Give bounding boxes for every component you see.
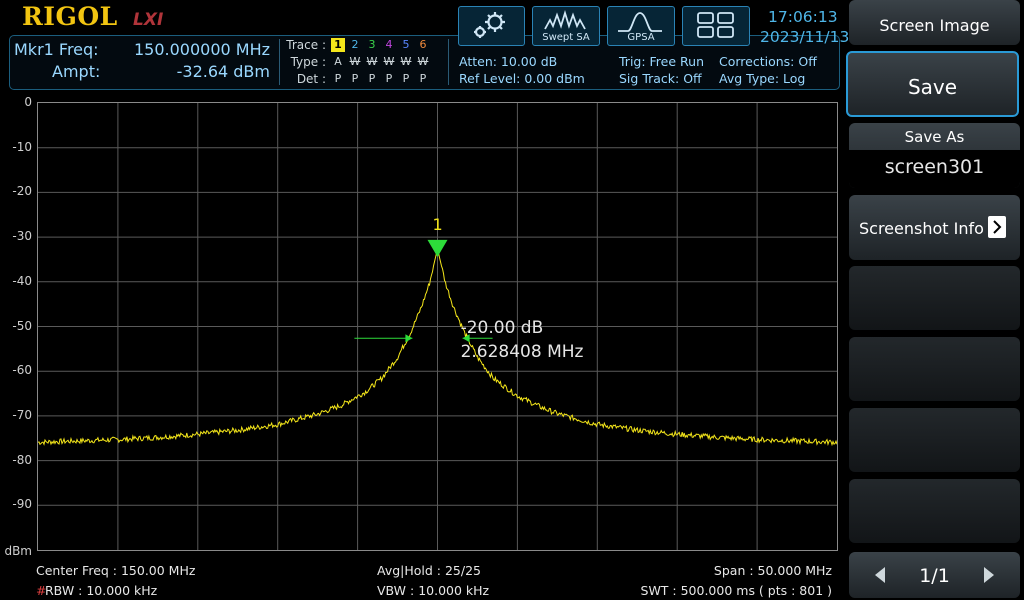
spectrum-plot[interactable]: 1 -20.00 dB 2.628408 MHz [37, 102, 838, 551]
marker-ampt-label: Ampt: [52, 62, 101, 81]
gear-icon [474, 12, 505, 38]
bandwidth-width-annotation: 2.628408 MHz [460, 342, 584, 363]
chevron-right-icon [988, 216, 1006, 238]
trace-1-det[interactable]: P [331, 72, 345, 85]
save-label: Save [907, 75, 958, 99]
trace-5-det[interactable]: P [399, 72, 413, 85]
empty-softkey [849, 266, 1020, 330]
ref-level-readout: Ref Level: 0.00 dBm [459, 71, 585, 86]
rigol-logo: RIGOL [22, 2, 118, 31]
sig-track-readout: Sig Track: Off [619, 71, 702, 86]
y-tick-label: -90 [12, 497, 32, 512]
y-tick-label: -80 [12, 452, 32, 467]
screenshot-info-label: Screenshot Info [859, 219, 984, 238]
screenshot-info-softkey[interactable]: Screenshot Info [849, 195, 1020, 260]
atten-readout: Atten: 10.00 dB [459, 54, 558, 69]
trace-3-det[interactable]: P [365, 72, 379, 85]
save-softkey[interactable]: Save [846, 51, 1019, 117]
save-as-softkey[interactable]: Save As screen301 [849, 123, 1020, 188]
corrections-readout: Corrections: Off [719, 54, 817, 69]
marker-ampt-value[interactable]: -32.64 dBm [110, 62, 270, 81]
empty-softkey [849, 337, 1020, 401]
trace-2-type[interactable]: W [348, 55, 362, 68]
trace-1-type[interactable]: A [331, 55, 345, 68]
clock-date: 2023/11/13 [760, 28, 850, 46]
y-tick-label: -10 [12, 139, 32, 154]
trace-4-det[interactable]: P [382, 72, 396, 85]
trig-readout: Trig: Free Run [619, 54, 704, 69]
divider [448, 39, 449, 85]
empty-softkey [849, 408, 1020, 472]
rbw-readout[interactable]: RBW : 10.000 kHz [45, 583, 157, 598]
y-tick-label: -70 [12, 407, 32, 422]
trace-3-type[interactable]: W [365, 55, 379, 68]
screen-image-softkey[interactable]: Screen Image [849, 0, 1020, 45]
y-tick-label: -30 [12, 229, 32, 244]
trace-5-number[interactable]: 5 [399, 38, 413, 51]
y-tick-label: -20 [12, 184, 32, 199]
layout-grid-icon [697, 12, 734, 38]
trace-2-number[interactable]: 2 [348, 38, 362, 51]
trace-6-det[interactable]: P [416, 72, 430, 85]
save-as-title: Save As [904, 128, 965, 146]
page-nav-softkey: 1/1 [849, 552, 1020, 598]
trace-2-det[interactable]: P [348, 72, 362, 85]
trace-6-type[interactable]: W [416, 55, 430, 68]
trace-label: Trace : [286, 38, 326, 52]
y-tick-label: -50 [12, 318, 32, 333]
swept-sa-button[interactable]: Swept SA [532, 6, 600, 46]
clock-time: 17:06:13 [768, 8, 838, 26]
marker-number-label: 1 [432, 214, 443, 234]
y-tick-label: -60 [12, 363, 32, 378]
y-tick-label: -40 [12, 273, 32, 288]
save-as-filename[interactable]: screen301 [849, 156, 1020, 178]
swept-sa-label: Swept SA [542, 32, 590, 43]
marker-freq-label: Mkr1 Freq: [14, 40, 99, 59]
trace-4-number[interactable]: 4 [382, 38, 396, 51]
type-label: Type : [290, 55, 326, 69]
layout-button[interactable] [682, 6, 750, 46]
swt-readout: SWT : 500.000 ms ( pts : 801 ) [640, 583, 832, 598]
bandwidth-level-annotation: -20.00 dB [460, 318, 544, 339]
bandwidth-arrowhead-left [405, 334, 413, 343]
trace-3-number[interactable]: 3 [365, 38, 379, 51]
screen-image-label: Screen Image [879, 16, 990, 35]
trace-1-number[interactable]: 1 [331, 38, 345, 52]
settings-button[interactable] [458, 6, 525, 46]
marker-freq-value[interactable]: 150.000000 MHz [110, 40, 270, 59]
gpsa-button[interactable]: GPSA [607, 6, 675, 46]
empty-softkey [849, 479, 1020, 543]
y-unit-label: dBm [4, 544, 32, 558]
center-freq-readout[interactable]: Center Freq : 150.00 MHz [36, 563, 195, 578]
avg-type-readout: Avg Type: Log [719, 71, 806, 86]
trace-5-type[interactable]: W [399, 55, 413, 68]
det-label: Det : [296, 72, 326, 86]
span-readout[interactable]: Span : 50.000 MHz [600, 563, 832, 578]
avg-hold-readout: Avg|Hold : 25/25 [377, 563, 481, 578]
lxi-logo: LXI [133, 10, 164, 30]
gpsa-label: GPSA [627, 32, 655, 43]
trace-6-number[interactable]: 6 [416, 38, 430, 51]
trace-4-type[interactable]: W [382, 55, 396, 68]
y-tick-label: 0 [24, 95, 32, 109]
spectrum-chart[interactable] [37, 103, 838, 550]
triangle-right-icon[interactable] [982, 566, 996, 584]
vbw-readout[interactable]: VBW : 10.000 kHz [377, 583, 489, 598]
marker-1-triangle [427, 239, 448, 257]
